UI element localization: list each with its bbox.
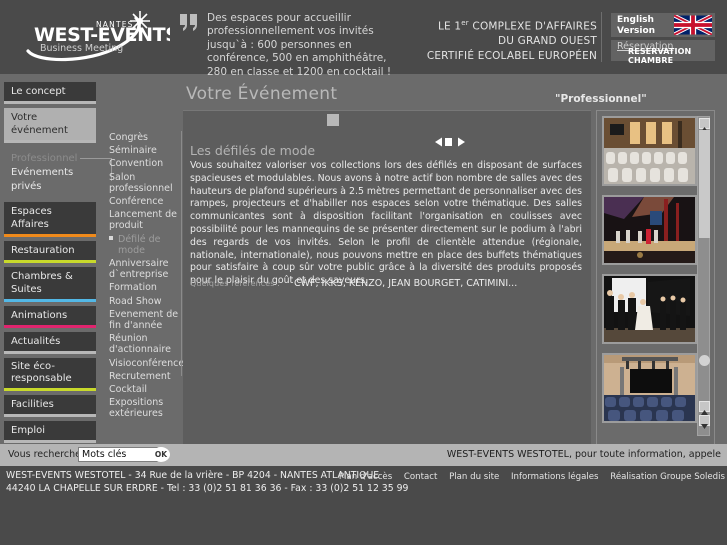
- footer-link-realisation[interactable]: Réalisation Groupe Soledis: [610, 472, 725, 482]
- svg-text:NANTES: NANTES: [96, 20, 134, 29]
- footer-link-plan-du-site[interactable]: Plan du site: [449, 472, 499, 482]
- slogan-line-1: LE 1er COMPLEXE D'AFFAIRES: [437, 19, 597, 33]
- scroll-up-arrow-icon-2[interactable]: [699, 401, 710, 415]
- scroll-up-arrow-icon[interactable]: [699, 118, 710, 132]
- site-footer: WEST-EVENTS WESTOTEL - 34 Rue de la vriè…: [0, 466, 727, 545]
- content-panel: Les défilés de mode Vous souhaitez valor…: [183, 110, 591, 445]
- submenu-item-evenement-fin-annee[interactable]: Evenement de fin d'année: [109, 308, 181, 332]
- submenu-item-visioconference[interactable]: Visioconférence: [109, 357, 184, 370]
- header-divider: [601, 12, 602, 62]
- nav-item-facilities[interactable]: Facilities: [4, 395, 96, 417]
- search-label: Vous recherchez: [8, 449, 86, 460]
- submenu-item-recrutement[interactable]: Recrutement: [109, 370, 181, 383]
- nav-item-emploi[interactable]: Emploi: [4, 421, 96, 443]
- event-type-professionnel[interactable]: Professionnel: [4, 152, 104, 166]
- quote-mark-icon: [180, 14, 197, 31]
- thumb-conference-room-chairs[interactable]: [602, 116, 697, 186]
- submenu-item-conference[interactable]: Conférence: [109, 195, 181, 208]
- language-switch-label: English Version: [617, 15, 656, 36]
- page-root: WEST-EVENTS NANTES Business Meeting Des …: [0, 0, 727, 545]
- category-tag: "Professionnel": [555, 93, 647, 105]
- submenu-item-expositions-exterieures[interactable]: Expositions extérieures: [109, 396, 181, 420]
- photo-gallery: [596, 110, 715, 445]
- submenu-item-seminaire[interactable]: Séminaire: [109, 144, 181, 157]
- nav-item-site-eco-responsable[interactable]: Site éco-responsable: [4, 358, 96, 391]
- nav-item-actualites[interactable]: Actualités: [4, 332, 96, 354]
- header-quote-text: Des espaces pour accueillir professionne…: [207, 12, 392, 78]
- logo-graphic: WEST-EVENTS NANTES Business Meeting: [26, 11, 170, 62]
- references-label: Quelques références :: [190, 279, 280, 288]
- submenu-item-convention[interactable]: Convention: [109, 157, 181, 170]
- site-logo[interactable]: WEST-EVENTS NANTES Business Meeting: [18, 9, 170, 65]
- search-input[interactable]: [78, 447, 158, 462]
- thumb-stage-models[interactable]: [602, 274, 697, 344]
- slogan-line-3: CERTIFIÉ ECOLABEL EUROPÉEN: [426, 49, 597, 62]
- footer-link-infos-legales[interactable]: Informations légales: [511, 472, 599, 482]
- submenu-item-lancement-de-produit[interactable]: Lancement de produit: [109, 208, 181, 232]
- search-submit-button[interactable]: OK: [152, 447, 170, 462]
- event-type-rule-horizontal: [80, 158, 112, 159]
- submenu-item-anniversaire-entreprise[interactable]: Anniversaire d`entreprise: [109, 257, 181, 281]
- event-type-prives[interactable]: Evénements privés: [4, 166, 104, 194]
- reservation-button[interactable]: Réservation RESERVATION CHAMBRE: [611, 40, 715, 65]
- language-switch-button[interactable]: English Version: [611, 13, 715, 37]
- footer-link-plan-acces[interactable]: Plan d'accès: [339, 472, 392, 482]
- scrollbar-thumb[interactable]: [699, 130, 710, 238]
- submenu-divider: [181, 131, 182, 376]
- slideshow-indicator-icon: [327, 114, 339, 126]
- nav-item-animations[interactable]: Animations: [4, 306, 96, 328]
- slider-stop-icon: [445, 138, 452, 146]
- submenu-item-formation[interactable]: Formation: [109, 281, 181, 294]
- references-row: Quelques références : CWF, IKKS, KENZO, J…: [190, 271, 582, 290]
- event-type-selector: Professionnel Evénements privés: [4, 152, 112, 194]
- page-title: Votre Événement: [186, 84, 338, 104]
- nav-item-restauration[interactable]: Restauration: [4, 241, 96, 263]
- union-jack-flag-icon: [674, 15, 712, 35]
- svg-text:Business Meeting: Business Meeting: [40, 43, 123, 54]
- scrollbar-grip[interactable]: [699, 355, 710, 366]
- section-body: Vous souhaitez valoriser vos collections…: [190, 160, 582, 287]
- gallery-scrollbar[interactable]: [697, 116, 710, 436]
- nav-item-espaces-affaires[interactable]: Espaces Affaires: [4, 202, 96, 237]
- submenu-item-defile-de-mode[interactable]: Défilé de mode: [109, 233, 181, 257]
- thumb-auditorium-blue-seats[interactable]: [602, 353, 697, 423]
- header-slogan: LE 1er COMPLEXE D'AFFAIRES DU GRAND OUES…: [412, 16, 597, 63]
- slider-next-arrow-icon: [458, 137, 465, 147]
- submenu-item-cocktail[interactable]: Cocktail: [109, 383, 181, 396]
- footer-links: Plan d'accès Contact Plan du site Inform…: [330, 472, 725, 482]
- slideshow-controls[interactable]: [435, 137, 465, 147]
- footer-address-line-2: 44240 LA CHAPELLE SUR ERDRE - Tel : 33 (…: [6, 483, 409, 494]
- active-bullet-icon: [109, 235, 113, 240]
- slogan-line-2: DU GRAND OUEST: [497, 35, 597, 47]
- event-submenu: Congrès Séminaire Convention Salon profe…: [109, 131, 184, 421]
- nav-item-chambres-suites[interactable]: Chambres & Suites: [4, 267, 96, 302]
- main-navigation: Le concept Votre événement Professionnel…: [0, 82, 112, 447]
- search-bar-info: WEST-EVENTS WESTOTEL, pour toute informa…: [446, 449, 721, 460]
- submenu-item-label: Défilé de mode: [118, 233, 161, 256]
- scroll-down-arrow-icon[interactable]: [699, 415, 710, 429]
- nav-item-votre-evenement[interactable]: Votre événement: [4, 108, 96, 143]
- submenu-item-road-show[interactable]: Road Show: [109, 295, 181, 308]
- search-bar: Vous recherchez OK WEST-EVENTS WESTOTEL,…: [0, 444, 727, 466]
- reservation-overlay-text: RESERVATION CHAMBRE: [628, 47, 692, 65]
- submenu-item-congres[interactable]: Congrès: [109, 131, 181, 144]
- references-value: CWF, IKKS, KENZO, JEAN BOURGET, CATIMINI…: [294, 278, 518, 289]
- footer-link-contact[interactable]: Contact: [404, 472, 437, 482]
- slider-prev-arrow-icon: [435, 137, 442, 147]
- thumb-fashion-show-runway[interactable]: [602, 195, 697, 265]
- section-title: Les défilés de mode: [190, 143, 316, 158]
- submenu-item-salon-professionnel[interactable]: Salon professionnel: [109, 171, 181, 195]
- nav-item-le-concept[interactable]: Le concept: [4, 82, 96, 104]
- site-header: WEST-EVENTS NANTES Business Meeting Des …: [0, 0, 727, 78]
- submenu-item-reunion-actionnaire[interactable]: Réunion d'actionnaire: [109, 332, 181, 356]
